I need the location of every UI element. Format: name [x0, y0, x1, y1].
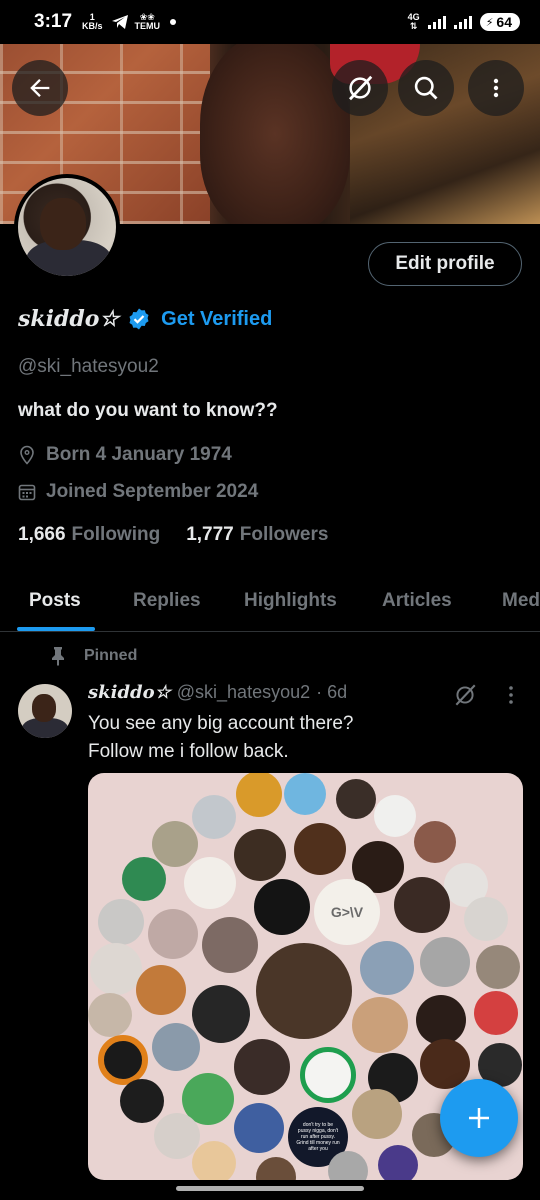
profile-handle: @ski_hatesyou2 [18, 356, 159, 377]
grok-slash-icon[interactable] [452, 682, 478, 708]
profile-tabs: Posts Replies Highlights Articles Media [0, 570, 540, 632]
status-time: 3:17 [34, 11, 73, 32]
follow-stats: 1,666 Following 1,777 Followers [18, 524, 328, 546]
post-author-handle[interactable]: @ski_hatesyou2 [177, 682, 310, 703]
edit-profile-button[interactable]: Edit profile [368, 242, 522, 286]
post-age: · 6d [316, 682, 348, 702]
logo-bubble: G>\V [314, 879, 380, 945]
battery-indicator: ⚡ 64 [479, 13, 520, 31]
arrow-left-icon [30, 79, 50, 97]
search-button[interactable] [398, 60, 454, 116]
signal-icon-2 [453, 15, 472, 29]
tab-articles[interactable]: Articles [382, 590, 452, 612]
plus-icon [469, 1108, 489, 1128]
followers-link[interactable]: 1,777 Followers [186, 524, 328, 546]
compose-post-button[interactable] [440, 1079, 518, 1157]
data-rate: 1 KB/s [82, 12, 103, 31]
post-header: skiddo☆ @ski_hatesyou2 · 6d [88, 682, 347, 703]
location-pin-icon [20, 445, 34, 465]
verified-badge-icon[interactable] [127, 307, 151, 331]
network-type: 4G ⇅ [407, 12, 420, 31]
grok-button[interactable] [332, 60, 388, 116]
calendar-icon [18, 484, 36, 501]
post-more-icon[interactable] [500, 682, 522, 708]
charging-icon: ⚡ [485, 16, 494, 29]
status-bar: 3:17 1 KB/s ❀❀ TEMU 4G ⇅ ⚡ 64 [0, 0, 540, 44]
active-tab-indicator [17, 627, 95, 631]
notification-dot [170, 19, 177, 25]
pinned-label: Pinned [50, 646, 137, 666]
signal-icon-1 [427, 15, 446, 29]
back-button[interactable] [12, 60, 68, 116]
telegram-icon [111, 15, 128, 29]
grok-slash-icon [349, 75, 373, 101]
post-author-avatar[interactable] [18, 684, 72, 738]
tab-posts[interactable]: Posts [29, 590, 81, 612]
following-link[interactable]: 1,666 Following [18, 524, 160, 546]
display-name: skiddo☆ [18, 306, 120, 332]
profile-avatar[interactable] [14, 174, 120, 280]
name-row: skiddo☆ Get Verified [18, 306, 272, 332]
get-verified-link[interactable]: Get Verified [161, 308, 272, 331]
more-button[interactable] [468, 60, 524, 116]
profile-bio: what do you want to know?? [18, 400, 278, 421]
gesture-bar[interactable] [176, 1186, 364, 1191]
tab-media[interactable]: Media [502, 590, 540, 612]
tab-highlights[interactable]: Highlights [244, 590, 337, 612]
search-icon [414, 76, 438, 100]
born-date: Born 4 January 1974 [18, 444, 232, 466]
post-author-name[interactable]: skiddo☆ [88, 682, 171, 703]
joined-date: Joined September 2024 [18, 481, 258, 503]
temu-notification-icon: ❀❀ TEMU [134, 12, 161, 31]
post-text: You see any big account there? Follow me… [88, 713, 354, 762]
pin-icon [52, 647, 64, 666]
more-vertical-icon [493, 78, 499, 98]
tab-replies[interactable]: Replies [133, 590, 201, 612]
